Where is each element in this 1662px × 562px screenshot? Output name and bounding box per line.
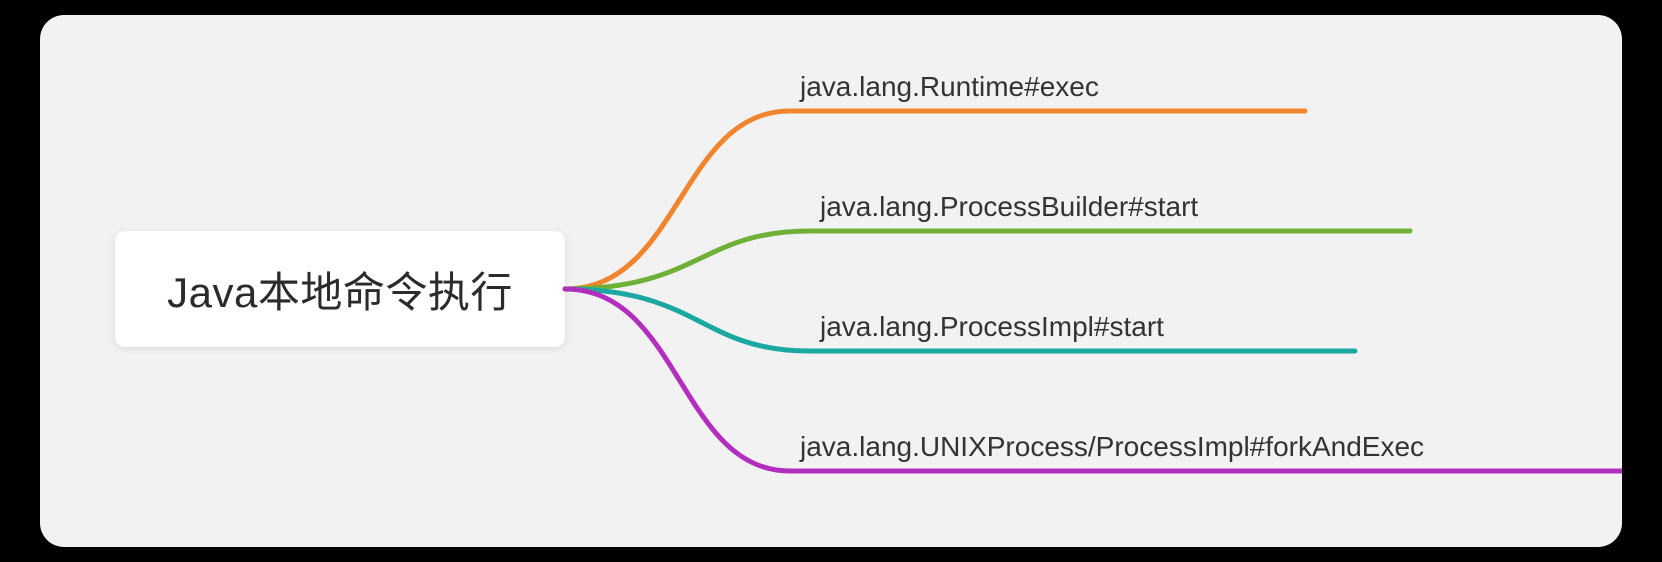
branch-label-2: java.lang.ProcessImpl#start	[820, 311, 1164, 343]
connector-1	[565, 231, 1410, 289]
root-label: Java本地命令执行	[167, 259, 513, 320]
branch-label-0: java.lang.Runtime#exec	[800, 71, 1099, 103]
branch-label-3: java.lang.UNIXProcess/ProcessImpl#forkAn…	[800, 431, 1424, 463]
root-node: Java本地命令执行	[115, 231, 565, 347]
mindmap-canvas: Java本地命令执行 java.lang.Runtime#exec java.l…	[40, 15, 1622, 547]
branch-label-1: java.lang.ProcessBuilder#start	[820, 191, 1198, 223]
